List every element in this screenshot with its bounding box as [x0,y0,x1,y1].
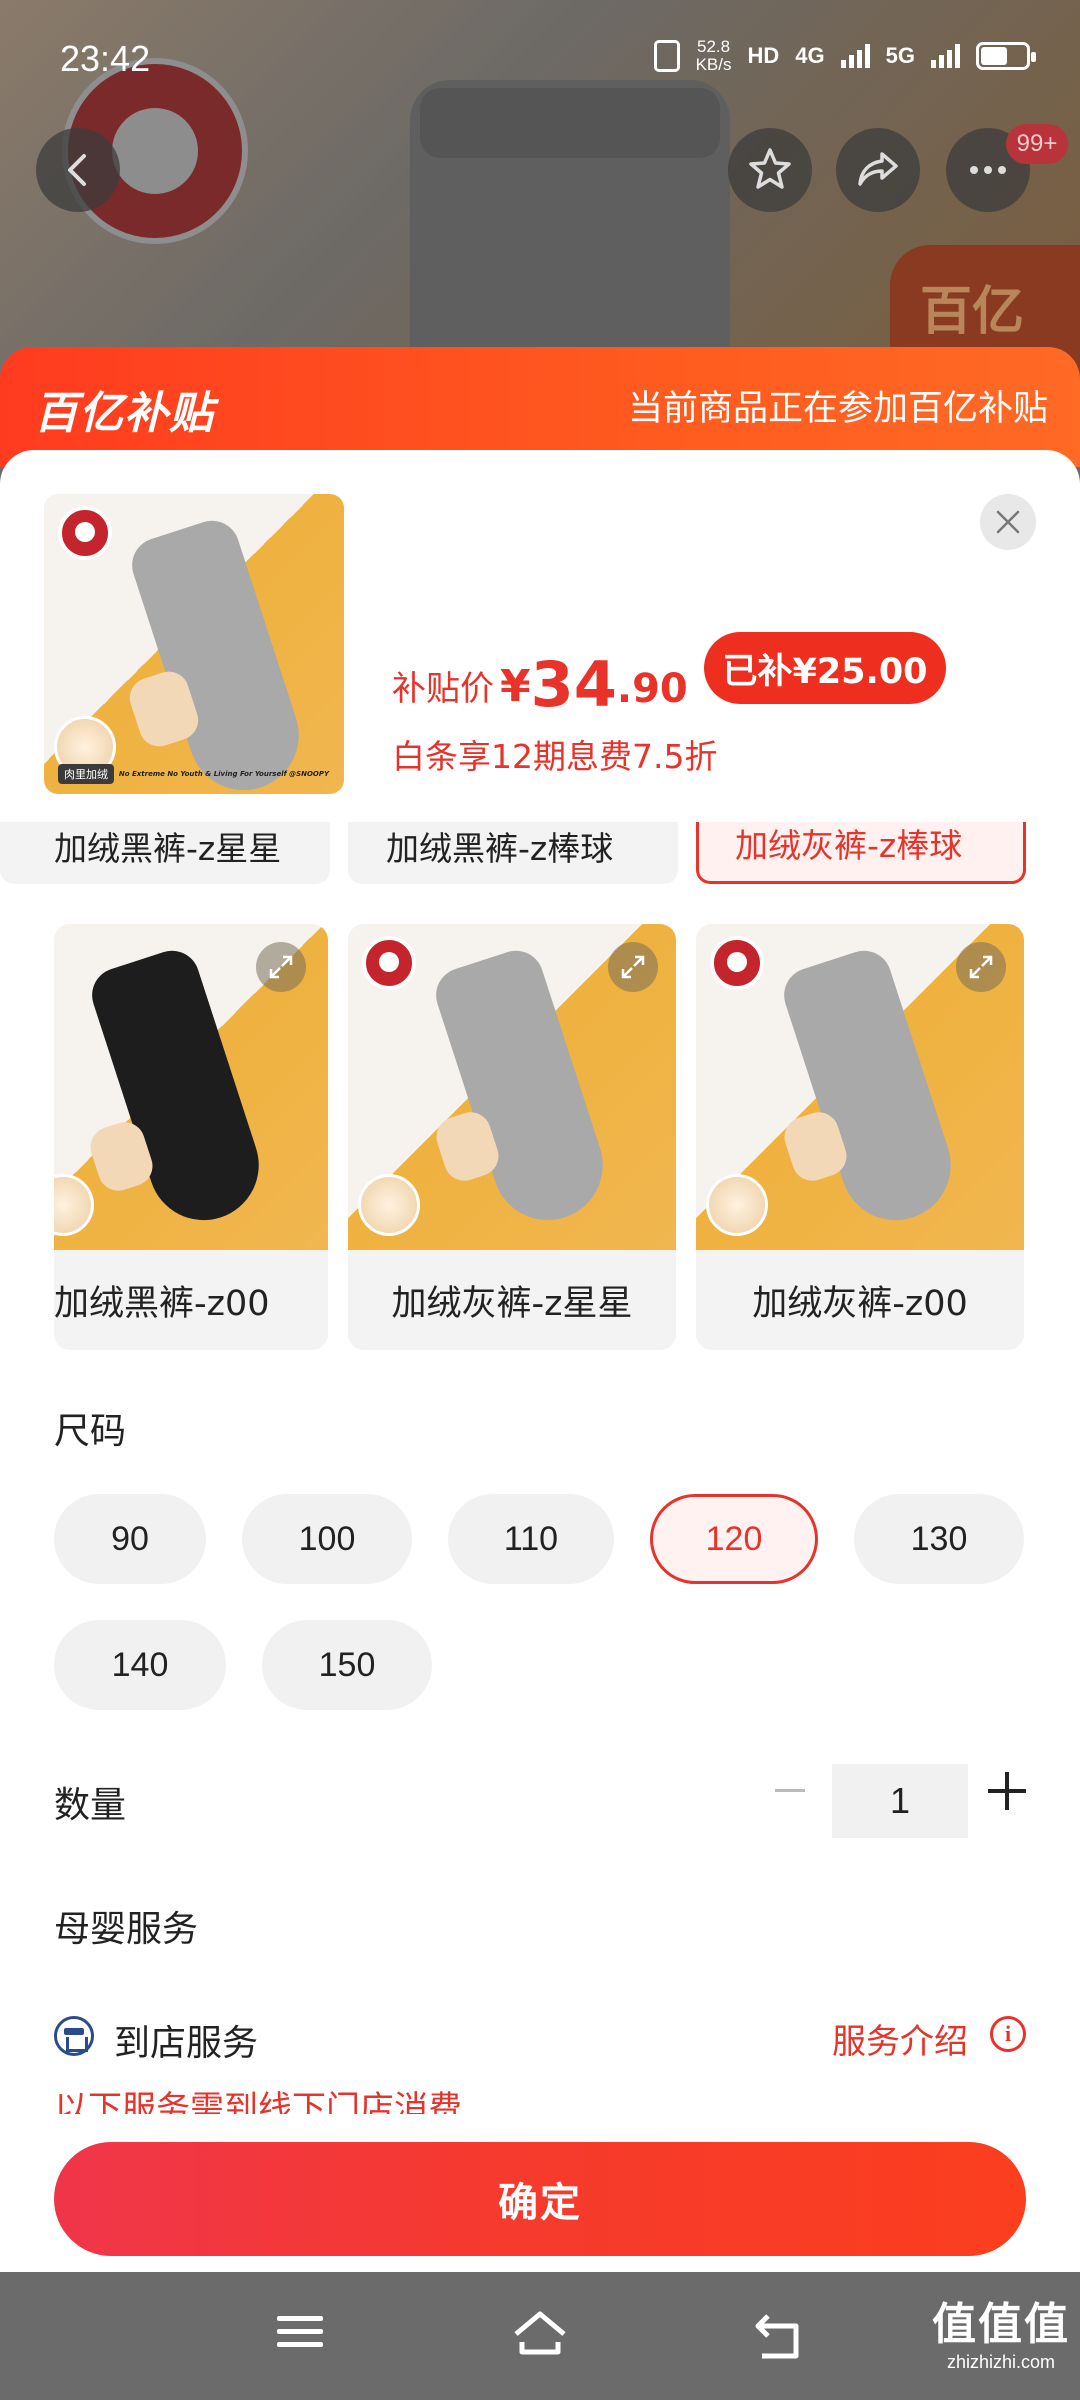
color-option-label: 加绒黑裤-z棒球 [386,829,614,868]
signal-icon-2 [931,44,960,68]
expand-icon [969,955,993,979]
star-icon [749,148,791,189]
close-button[interactable] [980,494,1036,550]
share-icon [858,152,898,186]
color-option[interactable]: 加绒黑裤-z棒球 [348,822,678,884]
network-speed: 52.8 KB/s [696,38,732,74]
size-option-selected[interactable]: 120 [650,1494,818,1584]
back-arrow-icon [68,154,86,186]
expand-image-button[interactable] [256,942,306,992]
home-button[interactable] [510,2308,570,2364]
quantity-decrease-button[interactable] [770,1770,810,1810]
size-option[interactable]: 150 [262,1620,432,1710]
size-option[interactable]: 110 [448,1494,614,1584]
home-icon [514,2311,566,2355]
watermark-logo: 值值值 [932,2299,1070,2350]
watermark: 值值值 zhizhizhi.com [932,2288,1070,2373]
more-dots-icon [970,166,1006,174]
color-option-label: 加绒灰裤-z星星 [391,1283,633,1324]
subsidy-message: 当前商品正在参加百亿补贴 [627,389,1048,429]
size-title: 尺码 [54,1411,127,1452]
subsidy-logo: 百亿补贴 [34,388,214,439]
sku-selection-sheet: 肉里加绒 No Extreme No Youth & Living For Yo… [0,450,1080,2272]
size-option[interactable]: 100 [242,1494,412,1584]
message-count-badge: 99+ [1006,124,1068,164]
net-4g-label: 4G [795,43,825,68]
store-icon [54,2016,94,2056]
color-option-card[interactable]: 加绒灰裤-z星星 [348,924,676,1350]
store-service-row: 到店服务 服务介绍 i [54,2006,1026,2066]
expand-image-button[interactable] [608,942,658,992]
service-intro-link[interactable]: 服务介绍 [832,2014,968,2063]
expand-icon [269,955,293,979]
expand-icon [621,955,645,979]
brand-logo-small [58,506,112,560]
back-nav-icon [755,2314,799,2359]
size-option[interactable]: 130 [854,1494,1024,1584]
price-currency: ¥ [500,661,531,712]
service-note: 以下服务需到线下门店消费 [54,2089,462,2114]
price-decimal: .90 [616,666,688,712]
service-section-title: 母婴服务 [54,1909,199,1950]
signal-icon [840,44,870,68]
color-option-label: 加绒黑裤-z星星 [54,829,282,868]
quantity-title: 数量 [54,1785,127,1826]
product-thumbnail[interactable]: 肉里加绒 No Extreme No Youth & Living For Yo… [44,494,344,794]
store-service-name: 到店服务 [114,2023,259,2064]
color-option-card[interactable]: 加绒灰裤-z00 [696,924,1024,1350]
color-option[interactable]: 加绒黑裤-z星星 [0,822,330,884]
back-button[interactable] [36,128,120,212]
system-nav-bar: 值值值 zhizhizhi.com [0,2272,1080,2400]
quantity-input[interactable]: 1 [832,1764,968,1838]
confirm-button[interactable]: 确定 [54,2142,1026,2256]
favorite-button[interactable] [728,128,812,212]
expand-image-button[interactable] [956,942,1006,992]
price-row: 补贴价 ¥ 34 .90 [392,646,688,716]
color-option-image [348,924,676,1250]
back-nav-button[interactable] [750,2308,810,2364]
subsidy-banner: 百亿补贴 当前商品正在参加百亿补贴 [0,347,1080,467]
net-5g-label: 5G [885,43,915,68]
network-speed-value: 52.8 [697,37,731,56]
thumb-caption: No Extreme No Youth & Living For Yoursel… [118,770,330,778]
status-bar: 23:42 52.8 KB/s HD 4G 5G [0,0,1080,120]
color-option-selected[interactable]: 加绒灰裤-z棒球 [696,822,1026,884]
color-option-label: 加绒黑裤-z00 [54,1283,270,1324]
price-label: 补贴价 [392,669,494,709]
size-option[interactable]: 90 [54,1494,206,1584]
color-option-label: 加绒灰裤-z00 [752,1283,968,1324]
info-icon[interactable]: i [990,2016,1026,2052]
color-option-image [696,924,1024,1250]
watermark-url: zhizhizhi.com [946,2352,1056,2372]
quantity-increase-button[interactable] [988,1772,1026,1810]
subsidy-amount-badge: 已补¥25.00 [704,632,946,704]
menu-button[interactable] [270,2308,330,2364]
close-icon [996,510,1020,534]
network-speed-unit: KB/s [695,55,732,74]
share-button[interactable] [836,128,920,212]
color-option-label: 加绒灰裤-z棒球 [735,826,963,865]
status-time: 23:42 [60,38,151,79]
menu-icon [277,2316,323,2321]
background-badge-text: 百亿 [920,282,1025,342]
status-icons: 52.8 KB/s HD 4G 5G [653,38,1036,74]
battery-icon [976,42,1036,70]
installment-offer: 白条享12期息费7.5折 [392,737,718,776]
size-option[interactable]: 140 [54,1620,226,1710]
vibrate-icon [653,40,680,72]
price-integer: 34 [530,648,617,721]
hd-icon: HD [747,43,780,68]
